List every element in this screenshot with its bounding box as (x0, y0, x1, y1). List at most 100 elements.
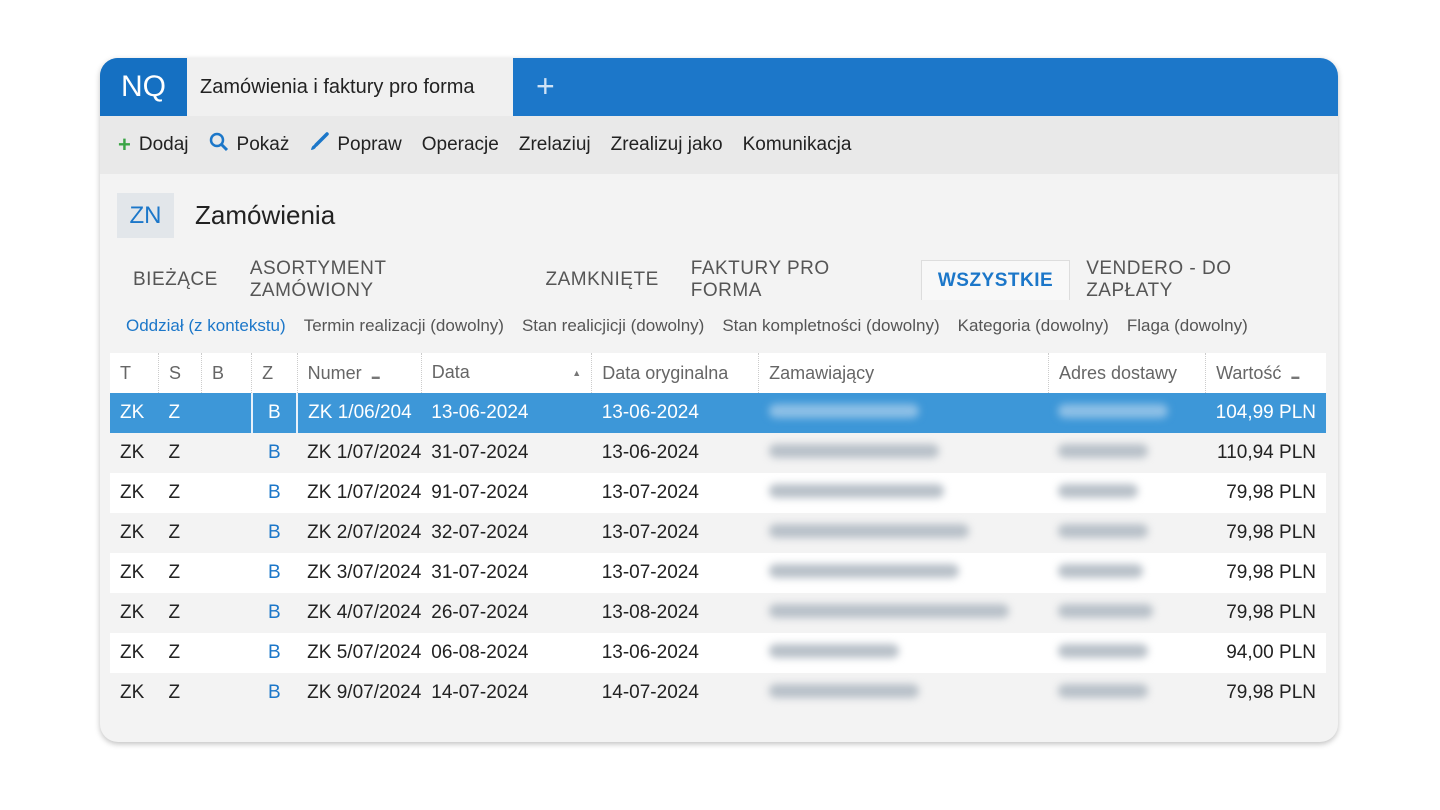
cell-wartosc: 79,98 PLN (1205, 473, 1326, 513)
realize-as-button[interactable]: Zrealizuj jako (611, 134, 723, 156)
cell-numer: ZK 1/07/2024 (297, 433, 422, 473)
col-z-header[interactable]: Z (251, 353, 298, 393)
cell-data: 31-07-2024 (421, 553, 592, 593)
col-numer-header[interactable]: Numer ▬ (296, 353, 422, 393)
orders-table: T S B Z Numer ▬ Data ▲ Data oryginalna Zamawiając… (110, 353, 1326, 713)
tab-biezace[interactable]: BIEŻĄCE (117, 260, 234, 300)
column-menu-icon[interactable]: ▬ (372, 372, 380, 381)
tab-vendero[interactable]: VENDERO - DO ZAPŁATY (1070, 258, 1338, 301)
communication-button[interactable]: Komunikacja (743, 134, 852, 156)
col-zamawiajacy-header[interactable]: Zamawiający (758, 353, 1049, 393)
cell-data: 26-07-2024 (421, 593, 592, 633)
sort-asc-icon[interactable]: ▲ (572, 362, 581, 384)
cell-wartosc: 94,00 PLN (1205, 633, 1326, 673)
cell-numer: ZK 1/07/2024 (297, 473, 422, 513)
column-label: Data (431, 362, 470, 382)
cell-data: 06-08-2024 (421, 633, 592, 673)
cell-data-oryginalna: 13-06-2024 (591, 393, 759, 433)
table-row[interactable]: ZK Z B ZK 1/06/204 13-06-2024 13-06-2024 104,9… (110, 393, 1326, 433)
filter-kategoria[interactable]: Kategoria (dowolny) (958, 316, 1109, 336)
cell-wartosc: 79,98 PLN (1205, 673, 1326, 713)
col-b-header[interactable]: B (200, 353, 252, 393)
cell-t: ZK (110, 593, 159, 633)
cell-s: Z (158, 433, 202, 473)
tab-zamkniete[interactable]: ZAMKNIĘTE (530, 260, 675, 300)
redacted-text (768, 684, 919, 698)
redacted-text (768, 484, 944, 498)
filter-flaga[interactable]: Flaga (dowolny) (1127, 316, 1248, 336)
cell-data: 32-07-2024 (421, 513, 592, 553)
page-title: Zamówienia (195, 200, 336, 230)
table-row[interactable]: ZK Z B ZK 3/07/2024 31-07-2024 13-07-2024 79,9… (110, 553, 1326, 593)
cell-wartosc: 79,98 PLN (1205, 593, 1326, 633)
redacted-text (1058, 404, 1169, 418)
search-icon (209, 132, 229, 158)
redacted-text (1058, 484, 1139, 498)
table-row[interactable]: ZK Z B ZK 1/07/2024 31-07-2024 13-06-2024 110,… (110, 433, 1326, 473)
column-label: Adres dostawy (1058, 362, 1178, 383)
filter-bar: Oddział (z kontekstu) Termin realizacji … (126, 316, 1326, 336)
cell-b (201, 633, 252, 673)
cell-data-oryginalna: 13-07-2024 (591, 473, 759, 513)
cell-z: B (251, 673, 298, 713)
filter-stan-kompletnosci[interactable]: Stan kompletności (dowolny) (722, 316, 939, 336)
filter-termin[interactable]: Termin realizacji (dowolny) (304, 316, 504, 336)
add-button[interactable]: + Dodaj (118, 132, 189, 158)
cell-b (201, 473, 252, 513)
tab-faktury-pro-forma[interactable]: FAKTURY PRO FORMA (675, 258, 921, 301)
show-button[interactable]: Pokaż (209, 132, 289, 158)
redacted-text (768, 644, 899, 658)
cell-zamawiajacy (758, 393, 1049, 433)
module-badge: ZN (117, 193, 174, 238)
tab-wszystkie[interactable]: WSZYSTKIE (920, 260, 1071, 300)
column-menu-icon[interactable]: ▬ (1291, 372, 1299, 381)
edit-button[interactable]: Popraw (309, 132, 402, 158)
cell-z: B (251, 553, 298, 593)
cell-numer: ZK 2/07/2024 (297, 513, 422, 553)
col-adres-dostawy-header[interactable]: Adres dostawy (1047, 353, 1206, 393)
table-row[interactable]: ZK Z B ZK 5/07/2024 06-08-2024 13-06-2024 94,0… (110, 633, 1326, 673)
cell-numer: ZK 3/07/2024 (297, 553, 422, 593)
redacted-text (768, 564, 959, 578)
cell-s: Z (158, 633, 202, 673)
filter-stan-realizacji[interactable]: Stan realicjicji (dowolny) (522, 316, 704, 336)
cell-wartosc: 110,94 PLN (1205, 433, 1326, 473)
cell-t: ZK (110, 473, 159, 513)
cell-adres-dostawy (1048, 673, 1206, 713)
filter-oddzial[interactable]: Oddział (z kontekstu) (126, 316, 286, 336)
redacted-text (768, 604, 1009, 618)
cell-numer: ZK 9/07/2024 (297, 673, 422, 713)
document-tab[interactable]: Zamówienia i faktury pro forma (187, 58, 513, 116)
col-data-header[interactable]: Data ▲ (420, 353, 592, 393)
plus-icon: + (118, 132, 131, 157)
tab-asortyment[interactable]: ASORTYMENT ZAMÓWIONY (234, 258, 530, 301)
redacted-text (1058, 564, 1144, 578)
cell-data: 14-07-2024 (421, 673, 592, 713)
cell-z: B (251, 473, 298, 513)
cell-b (201, 393, 252, 433)
col-s-header[interactable]: S (158, 353, 202, 393)
table-row[interactable]: ZK Z B ZK 1/07/2024 91-07-2024 13-07-2024 79,9… (110, 473, 1326, 513)
operations-button[interactable]: Operacje (422, 134, 499, 156)
view-tabs: BIEŻĄCE ASORTYMENT ZAMÓWIONY ZAMKNIĘTE F… (117, 258, 1338, 301)
table-row[interactable]: ZK Z B ZK 2/07/2024 32-07-2024 13-07-2024 79,9… (110, 513, 1326, 553)
app-logo: NQ (100, 58, 187, 116)
cell-zamawiajacy (758, 633, 1049, 673)
realize-button[interactable]: Zrelaziuj (519, 134, 591, 156)
col-wartosc-header[interactable]: Wartość ▬ (1205, 353, 1326, 393)
col-t-header[interactable]: T (110, 353, 159, 393)
col-data-oryginalna-header[interactable]: Data oryginalna (591, 353, 759, 393)
new-tab-button[interactable]: + (536, 68, 555, 105)
cell-t: ZK (110, 633, 159, 673)
cell-data-oryginalna: 13-07-2024 (591, 553, 759, 593)
cell-adres-dostawy (1048, 393, 1206, 433)
redacted-text (768, 524, 969, 538)
redacted-text (768, 444, 939, 458)
table-row[interactable]: ZK Z B ZK 9/07/2024 14-07-2024 14-07-2024 79,9… (110, 673, 1326, 713)
cell-wartosc: 79,98 PLN (1205, 553, 1326, 593)
cell-adres-dostawy (1048, 433, 1206, 473)
redacted-text (1058, 684, 1149, 698)
cell-data: 31-07-2024 (421, 433, 592, 473)
table-row[interactable]: ZK Z B ZK 4/07/2024 26-07-2024 13-08-2024 79,9… (110, 593, 1326, 633)
column-label: Zamawiający (769, 362, 875, 383)
